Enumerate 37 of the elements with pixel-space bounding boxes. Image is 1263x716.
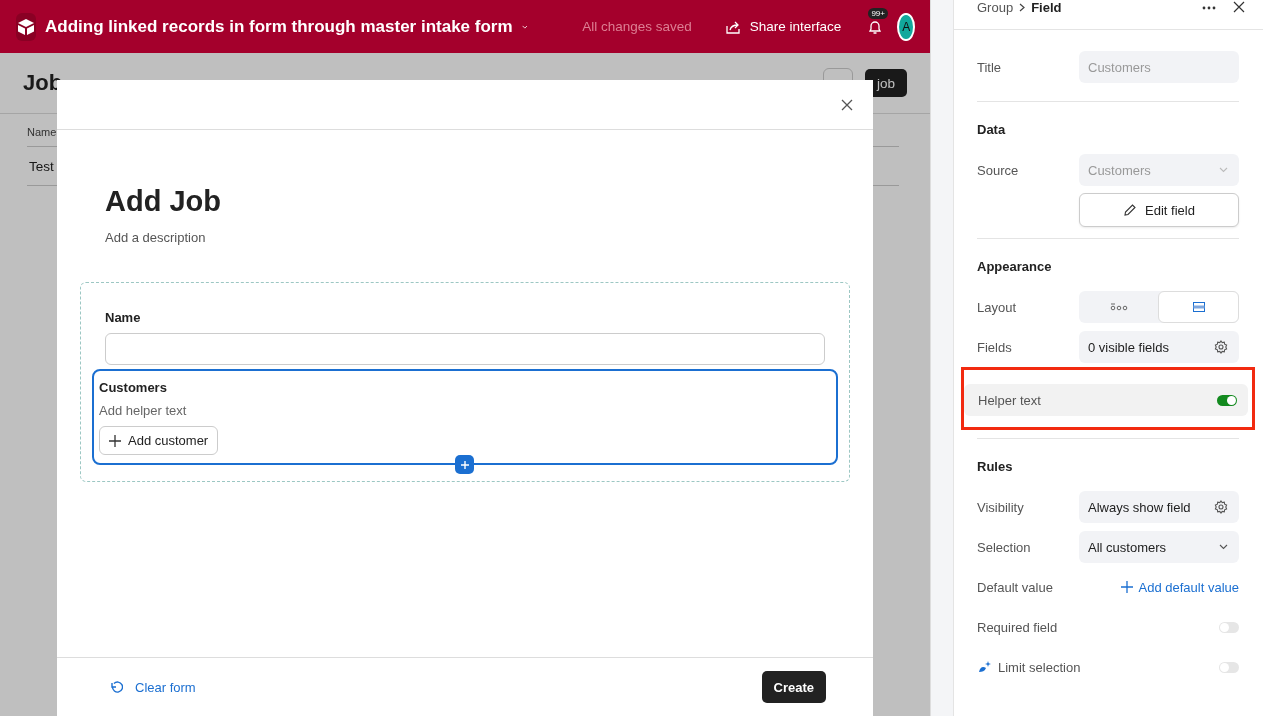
setting-label: Helper text [978, 392, 1041, 408]
field-label: Name [105, 310, 142, 325]
setting-label: Fields [977, 339, 1012, 355]
breadcrumb-item[interactable]: Group [977, 0, 1014, 15]
add-customer-button[interactable]: Add customer [99, 426, 219, 455]
field-label: Customers [99, 380, 168, 395]
selected-field[interactable]: Customers Add helper text Add customer [92, 369, 838, 465]
setting-label: Layout [977, 299, 1017, 315]
edit-field-button[interactable]: Edit field [1079, 193, 1239, 227]
helper-text[interactable]: Add helper text [99, 403, 831, 418]
setting-label: Title [977, 59, 1003, 75]
setting-label: Visibility [977, 499, 1024, 515]
setting-label: Default value [977, 579, 1053, 595]
clear-form-link[interactable]: Clear form [109, 679, 196, 695]
user-avatar[interactable]: A [897, 12, 915, 41]
table-cell: Test [29, 158, 54, 174]
share-button[interactable]: Share interface [724, 19, 842, 34]
form-description[interactable]: Add a description [105, 230, 850, 245]
column-header: Name [27, 126, 57, 138]
settings-field[interactable]: 0 visible fields [1079, 331, 1239, 363]
breadcrumb-item: Field [1031, 0, 1062, 15]
interface-title[interactable]: Adding linked records in form through master intake form [45, 16, 513, 37]
section-heading: Appearance [977, 258, 1053, 276]
setting-label: Limit selection [998, 659, 1081, 675]
add-default-value-link[interactable]: Add default value [1079, 579, 1239, 595]
save-status: All changes saved [582, 19, 692, 34]
create-button[interactable]: Create [761, 671, 826, 703]
setting-label: Required field [977, 619, 1058, 635]
setting-label: Selection [977, 539, 1031, 555]
title-field[interactable]: Customers [1079, 51, 1239, 83]
notification-badge: 99+ [868, 7, 888, 19]
setting-label: Source [977, 162, 1019, 178]
section-heading: Data [977, 121, 1007, 139]
section-heading: Rules [977, 458, 1014, 476]
dropdown[interactable]: All customers [1079, 531, 1239, 563]
form-title: Add Job [105, 185, 222, 218]
settings-field[interactable]: Always show field [1079, 491, 1239, 523]
